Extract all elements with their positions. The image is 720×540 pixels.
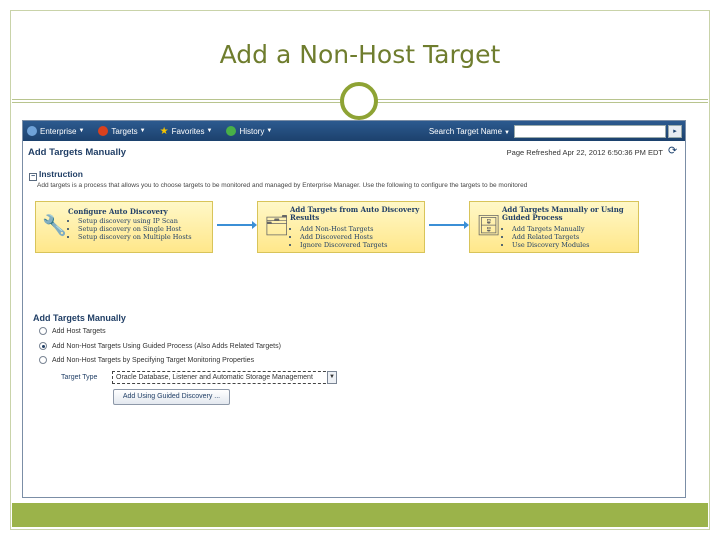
card-add-manually-guided: 🗄 Add Targets Manually or Using Guided P… xyxy=(469,201,639,253)
card-link[interactable]: Setup discovery on Single Host xyxy=(78,225,208,233)
flow-arrow xyxy=(429,221,469,229)
option-add-host-targets[interactable]: Add Host Targets xyxy=(39,327,106,335)
footer-bar xyxy=(12,503,708,527)
section-heading: Add Targets Manually xyxy=(33,313,126,323)
favorites-star-icon: ★ xyxy=(159,125,169,137)
refresh-icon[interactable]: ⟳ xyxy=(668,146,679,157)
page-header: Add Targets Manually Page Refreshed Apr … xyxy=(23,141,685,163)
slide-title: Add a Non-Host Target xyxy=(219,40,501,69)
card-link[interactable]: Setup discovery using IP Scan xyxy=(78,217,208,225)
radio-button[interactable] xyxy=(39,356,47,364)
chevron-down-icon: ▼ xyxy=(504,129,510,136)
instruction-text: Add targets is a process that allows you… xyxy=(37,182,528,189)
enterprise-icon xyxy=(27,126,37,136)
nav-menu-enterprise[interactable]: Enterprise ▼ xyxy=(27,126,84,136)
search-label: Search Target Name xyxy=(428,126,503,136)
card-auto-discovery-results: 🗂 Add Targets from Auto Discovery Result… xyxy=(257,201,425,253)
chevron-down-icon: ▼ xyxy=(78,128,85,134)
radio-button[interactable] xyxy=(39,327,47,335)
option-label: Add Non-Host Targets by Specifying Targe… xyxy=(52,356,255,364)
nav-menu-favorites[interactable]: ★ Favorites ▼ xyxy=(160,126,213,137)
card-link[interactable]: Use Discovery Modules xyxy=(512,241,634,249)
history-clock-icon xyxy=(226,126,237,136)
card-title[interactable]: Add Targets from Auto Discovery Results xyxy=(290,206,420,222)
chevron-down-icon: ▼ xyxy=(139,128,146,134)
card-list: Add Non-Host Targets Add Discovered Host… xyxy=(300,225,420,249)
card-link[interactable]: Add Non-Host Targets xyxy=(300,225,420,233)
top-nav-bar: Enterprise ▼ Targets ▼ ★ Favorites ▼ Histor… xyxy=(23,121,685,141)
nav-label: Enterprise xyxy=(40,126,77,136)
card-list: Setup discovery using IP Scan Setup disc… xyxy=(78,217,208,241)
option-add-non-host-by-properties[interactable]: Add Non-Host Targets by Specifying Targe… xyxy=(39,356,254,364)
search-go-button[interactable]: ▸ xyxy=(668,124,682,138)
chevron-down-icon[interactable]: ▼ xyxy=(327,371,337,384)
card-link[interactable]: Add Related Targets xyxy=(512,233,634,241)
ring-ornament xyxy=(340,82,378,120)
option-label: Add Host Targets xyxy=(52,327,106,335)
search-input[interactable] xyxy=(514,124,666,138)
nav-label: History xyxy=(239,126,265,136)
page-title: Add Targets Manually xyxy=(28,147,127,158)
option-label: Add Non-Host Targets Using Guided Proces… xyxy=(52,342,281,350)
card-list: Add Targets Manually Add Related Targets… xyxy=(512,225,634,249)
collapse-icon: − xyxy=(29,173,37,181)
screenshot-panel: Enterprise ▼ Targets ▼ ★ Favorites ▼ Histor… xyxy=(22,120,686,498)
add-target-icon: 🗂 xyxy=(264,215,290,237)
target-type-select[interactable]: Oracle Database, Listener and Automatic … xyxy=(112,371,336,384)
chevron-down-icon: ▼ xyxy=(266,128,273,134)
nav-menu-history[interactable]: History ▼ xyxy=(226,126,272,136)
nav-label: Targets xyxy=(111,126,138,136)
instruction-toggle[interactable]: − Instruction xyxy=(29,169,83,181)
server-icon: 🗄 xyxy=(476,215,502,237)
nav-label: Favorites xyxy=(171,126,205,136)
flow-arrow xyxy=(217,221,257,229)
add-using-guided-discovery-button[interactable]: Add Using Guided Discovery ... xyxy=(113,389,230,405)
chevron-down-icon: ▼ xyxy=(206,128,213,134)
card-link[interactable]: Add Targets Manually xyxy=(512,225,634,233)
card-title[interactable]: Configure Auto Discovery xyxy=(68,208,208,216)
page-refreshed-timestamp: Page Refreshed Apr 22, 2012 6:50:36 PM E… xyxy=(506,148,663,157)
option-add-non-host-guided[interactable]: Add Non-Host Targets Using Guided Proces… xyxy=(39,342,281,350)
card-link[interactable]: Add Discovered Hosts xyxy=(300,233,420,241)
target-type-label: Target Type xyxy=(61,374,98,381)
nav-menu-targets[interactable]: Targets ▼ xyxy=(98,126,146,136)
targets-icon xyxy=(98,126,109,136)
card-configure-auto-discovery: 🔧 Configure Auto Discovery Setup discove… xyxy=(35,201,213,253)
card-title[interactable]: Add Targets Manually or Using Guided Pro… xyxy=(502,206,634,222)
card-link[interactable]: Setup discovery on Multiple Hosts xyxy=(78,233,208,241)
radio-button-selected[interactable] xyxy=(39,342,47,350)
search-target-selector[interactable]: Search Target Name ▼ xyxy=(429,127,510,136)
wrench-icon: 🔧 xyxy=(42,215,67,237)
card-link[interactable]: Ignore Discovered Targets xyxy=(300,241,420,249)
instruction-heading: Instruction xyxy=(39,169,83,179)
